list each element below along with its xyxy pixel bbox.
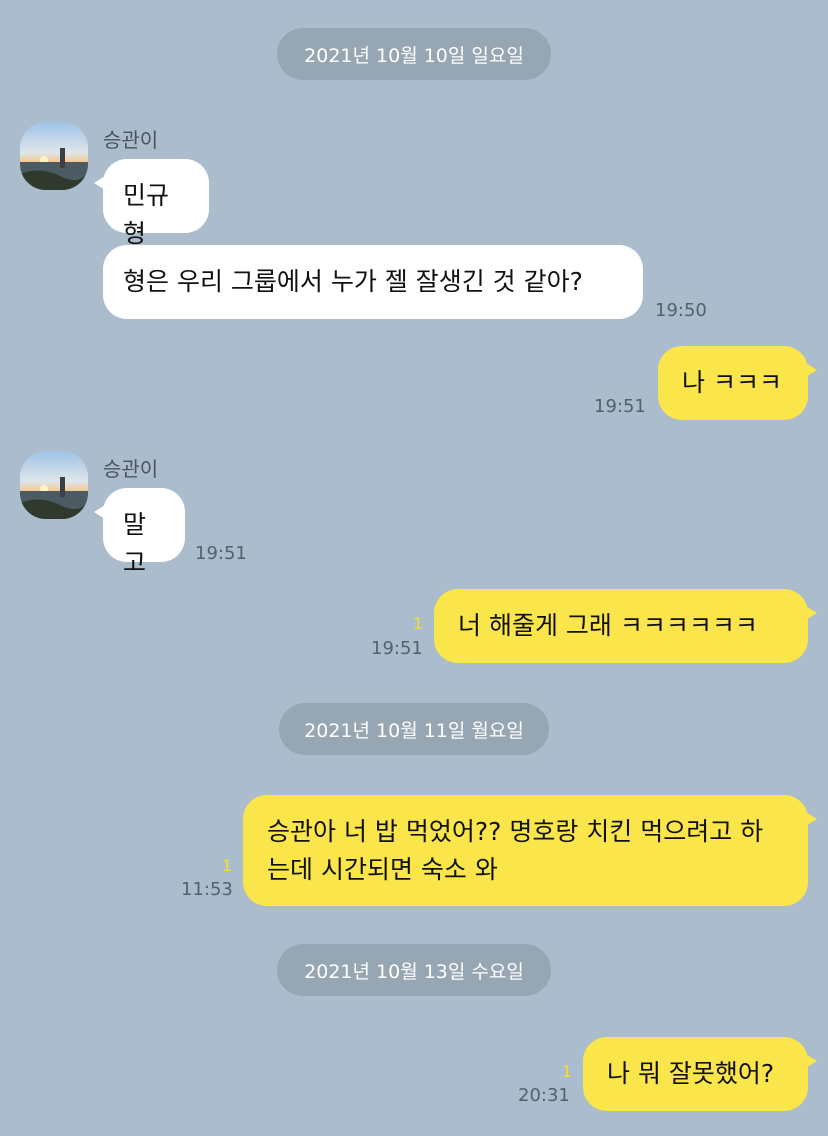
message-bubble-outgoing[interactable]: 승관아 너 밥 먹었어?? 명호랑 치킨 먹으려고 하는데 시간되면 숙소 와 [243,795,817,906]
message-text: 민규형 [123,181,170,248]
message-bubble-outgoing[interactable]: 너 해줄게 그래 ㅋㅋㅋㅋㅋㅋ [434,589,817,663]
avatar-sunset-photo-icon [20,122,88,190]
date-divider: 2021년 10월 11일 월요일 [279,703,549,755]
message-text: 나 ㅋㅋㅋ [682,368,782,397]
message-text: 승관아 너 밥 먹었어?? 명호랑 치킨 먹으려고 하는데 시간되면 숙소 와 [267,817,764,884]
message-time: 19:51 [594,396,646,417]
message-time: 11:53 [181,879,233,900]
unread-count: 1 [222,856,233,875]
message-text: 말고 [123,510,147,577]
message-text: 너 해줄게 그래 ㅋㅋㅋㅋㅋㅋ [458,611,758,640]
message-bubble-outgoing[interactable]: 나 ㅋㅋㅋ [658,346,817,420]
avatar[interactable] [20,122,88,190]
sender-name: 승관이 [103,128,159,152]
avatar-sunset-photo-icon [20,451,88,519]
message-time: 19:51 [371,638,423,659]
message-bubble-incoming[interactable]: 형은 우리 그룹에서 누가 젤 잘생긴 것 같아? [103,245,643,319]
date-divider: 2021년 10월 13일 수요일 [277,944,551,996]
avatar[interactable] [20,451,88,519]
date-divider: 2021년 10월 10일 일요일 [277,28,551,80]
unread-count: 1 [562,1062,573,1081]
message-time: 19:51 [195,543,247,564]
message-text: 나 뭐 잘못했어? [607,1059,775,1088]
message-bubble-incoming[interactable]: 민규형 [94,159,209,248]
message-bubble-incoming[interactable]: 말고 [94,488,185,577]
message-text: 형은 우리 그룹에서 누가 젤 잘생긴 것 같아? [123,267,583,296]
unread-count: 1 [413,614,424,633]
message-time: 19:50 [655,300,707,321]
sender-name: 승관이 [103,457,159,481]
message-time: 20:31 [518,1085,570,1106]
message-bubble-outgoing[interactable]: 나 뭐 잘못했어? [583,1037,817,1111]
